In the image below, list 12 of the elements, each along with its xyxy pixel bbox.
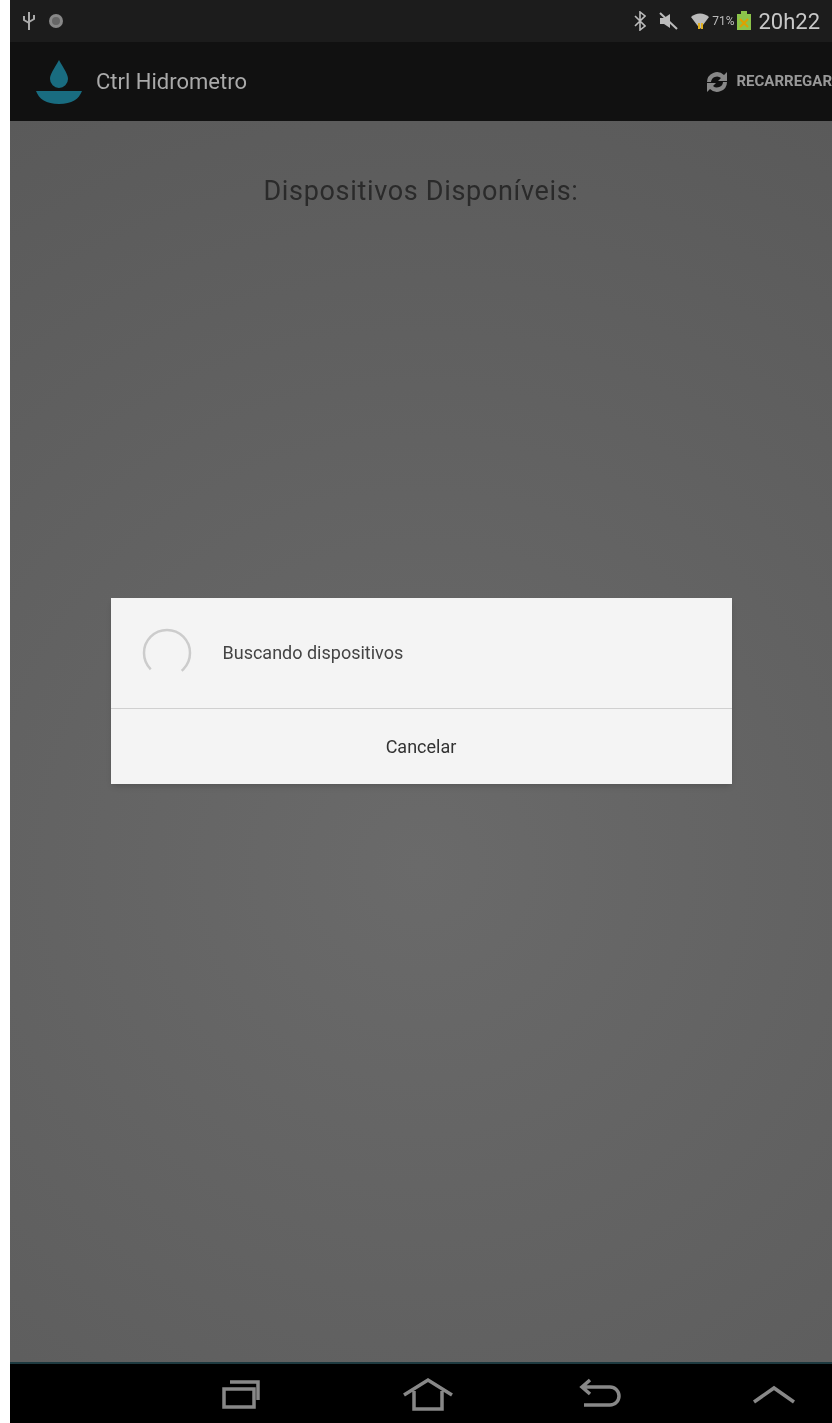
battery-icon bbox=[736, 11, 753, 31]
clock: 20h22 bbox=[758, 7, 820, 36]
reload-button[interactable]: RECARREGAR bbox=[702, 42, 832, 121]
usb-icon bbox=[22, 11, 36, 31]
app-title: Ctrl Hidrometro bbox=[96, 68, 247, 96]
cancel-button[interactable]: Cancelar bbox=[110, 708, 732, 784]
bluetooth-icon bbox=[634, 11, 647, 31]
home-icon[interactable] bbox=[402, 1376, 454, 1411]
dialog-message: Buscando dispositivos bbox=[222, 641, 404, 665]
mute-icon bbox=[658, 12, 679, 30]
wifi-icon bbox=[690, 11, 711, 31]
battery-percent: 71% bbox=[712, 13, 735, 30]
